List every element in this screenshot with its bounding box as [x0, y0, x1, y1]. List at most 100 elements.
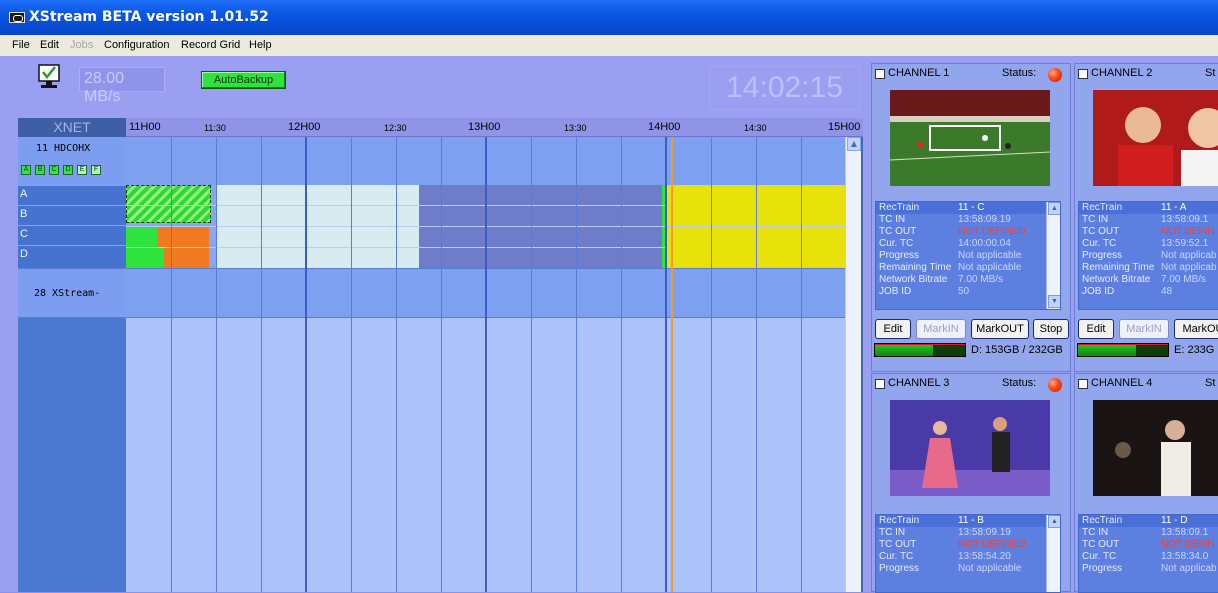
info-scrollbar[interactable]: ▲: [1046, 515, 1060, 592]
tick-label: 12H00: [288, 121, 321, 133]
channel-toggle-b[interactable]: B: [35, 165, 45, 175]
cur-tc-value: 14:00:00.04: [958, 238, 1011, 249]
info-label: Cur. TC: [879, 551, 914, 562]
status-red-icon: [1048, 378, 1062, 392]
scroll-up-arrow-icon[interactable]: ▲: [847, 137, 861, 151]
row-label-d: D: [18, 245, 126, 268]
info-scrollbar[interactable]: ▲ ▼: [1046, 202, 1060, 309]
grid-body[interactable]: [126, 137, 845, 592]
remaining-value: Not applicab: [1161, 262, 1217, 273]
scroll-up-arrow-icon[interactable]: ▲: [1048, 515, 1060, 528]
info-label: RecTrain: [879, 515, 920, 526]
recording-block-d[interactable]: [126, 247, 164, 268]
info-label: Progress: [1082, 563, 1123, 574]
video-preview: [1093, 400, 1218, 496]
scroll-down-arrow-icon[interactable]: ▼: [1048, 295, 1060, 308]
info-label: TC OUT: [879, 226, 917, 237]
info-label: Cur. TC: [879, 238, 914, 249]
edit-button[interactable]: Edit: [1078, 319, 1114, 339]
monitor-check-icon[interactable]: [37, 63, 61, 91]
markout-button[interactable]: MarkOUT: [971, 319, 1029, 339]
row-label-a: A: [18, 185, 126, 205]
channel-toggle-e[interactable]: E: [77, 165, 87, 175]
info-label: TC IN: [1082, 214, 1109, 225]
recording-block-c[interactable]: [126, 227, 158, 247]
tc-out-value: NOT DEFINED: [958, 226, 1026, 237]
tick-label: 13H00: [468, 121, 501, 133]
info-label: TC OUT: [1082, 226, 1120, 237]
menu-edit[interactable]: Edit: [40, 39, 59, 51]
info-label: RecTrain: [879, 202, 920, 213]
channel-checkbox[interactable]: [1078, 69, 1088, 79]
channel-info: RecTrain 11 - D TC IN 13:58:09.1 TC OUT …: [1078, 514, 1218, 593]
info-label: Remaining Time: [879, 262, 952, 273]
info-label: Remaining Time: [1082, 262, 1155, 273]
status-label: St: [1205, 67, 1216, 79]
channel-checkbox[interactable]: [875, 379, 885, 389]
rectrain-value: 11 - D: [1161, 515, 1188, 526]
tick-label: 12:30: [384, 123, 407, 133]
menu-record-grid[interactable]: Record Grid: [181, 39, 240, 51]
info-label: Network Bitrate: [1082, 274, 1151, 285]
autobackup-button[interactable]: AutoBackup: [201, 71, 286, 89]
menu-file[interactable]: File: [12, 39, 30, 51]
info-label: Network Bitrate: [879, 274, 948, 285]
menu-help[interactable]: Help: [249, 39, 272, 51]
progress-value: Not applicable: [958, 250, 1022, 261]
rectrain-value: 11 - B: [958, 515, 984, 526]
window-title: XStream BETA version 1.01.52: [29, 9, 269, 25]
info-label: JOB ID: [1082, 286, 1115, 297]
channel-name: CHANNEL 3: [888, 377, 950, 389]
tc-in-value: 13:58:09.1: [1161, 527, 1209, 538]
disk-usage: D: 153GB / 232GB: [971, 344, 1063, 356]
info-label: TC IN: [1082, 527, 1109, 538]
rectrain-value: 11 - C: [958, 202, 985, 213]
channel-panel-2: CHANNEL 2 St RecTrain 11 - A TC IN 13:58…: [1074, 63, 1218, 372]
channel-info: RecTrain 11 - B TC IN 13:58:09.19 TC OUT…: [875, 514, 1061, 593]
menu-configuration[interactable]: Configuration: [104, 39, 169, 51]
xstream-row-label: 28 XStream-: [18, 268, 126, 318]
edit-button[interactable]: Edit: [875, 319, 911, 339]
recording-block-a[interactable]: [126, 185, 211, 223]
channel-toggle-a[interactable]: A: [21, 165, 31, 175]
app-icon: [9, 12, 25, 23]
cur-tc-value: 13:59:52.1: [1161, 238, 1209, 249]
info-label: RecTrain: [1082, 202, 1123, 213]
remaining-value: Not applicable: [958, 262, 1022, 273]
menu-bar: File Edit Jobs Configuration Record Grid…: [0, 35, 1218, 56]
row-label-c: C: [18, 225, 126, 245]
channel-name: CHANNEL 2: [1091, 67, 1153, 79]
tc-in-value: 13:58:09.19: [958, 527, 1011, 538]
markin-button: MarkIN: [1119, 319, 1169, 339]
tick-label: 11:30: [204, 123, 226, 133]
info-label: Cur. TC: [1082, 551, 1117, 562]
markout-button[interactable]: MarkOU: [1174, 319, 1218, 339]
channel-name: CHANNEL 4: [1091, 377, 1153, 389]
job-id-value: 48: [1161, 286, 1173, 297]
info-label: Cur. TC: [1082, 238, 1117, 249]
device-header[interactable]: 11 HDCOHX A B C D E F: [18, 137, 126, 185]
stop-button[interactable]: Stop: [1033, 319, 1069, 339]
channel-checkbox[interactable]: [1078, 379, 1088, 389]
channel-toggle-c[interactable]: C: [49, 165, 59, 175]
channel-toggle-d[interactable]: D: [63, 165, 73, 175]
channel-checkbox[interactable]: [875, 69, 885, 79]
info-label: TC OUT: [879, 539, 917, 550]
info-label: TC IN: [879, 527, 906, 538]
channel-toggle-f[interactable]: F: [91, 165, 101, 175]
cur-tc-value: 13:58:54.20: [958, 551, 1011, 562]
channel-panel-4: CHANNEL 4 St RecTrain 11 - D TC IN 13:58…: [1074, 373, 1218, 593]
scroll-up-arrow-icon[interactable]: ▲: [1048, 202, 1060, 215]
recording-block-c-alt[interactable]: [158, 227, 209, 247]
cur-tc-value: 13:58:34.0: [1161, 551, 1209, 562]
progress-value: Not applicab: [1161, 563, 1217, 574]
info-label: RecTrain: [1082, 515, 1123, 526]
tc-out-value: NOT DEFINED: [958, 539, 1026, 550]
grid-scrollbar[interactable]: ▲: [845, 137, 861, 592]
time-ruler: 11H00 11:30 12H00 12:30 13H00 13:30 14H0…: [126, 118, 863, 137]
playhead[interactable]: [671, 137, 673, 592]
tick-label: 11H00: [129, 121, 161, 133]
menu-jobs: Jobs: [70, 39, 94, 51]
title-bar[interactable]: XStream BETA version 1.01.52: [0, 0, 1218, 35]
info-label: Progress: [879, 563, 920, 574]
